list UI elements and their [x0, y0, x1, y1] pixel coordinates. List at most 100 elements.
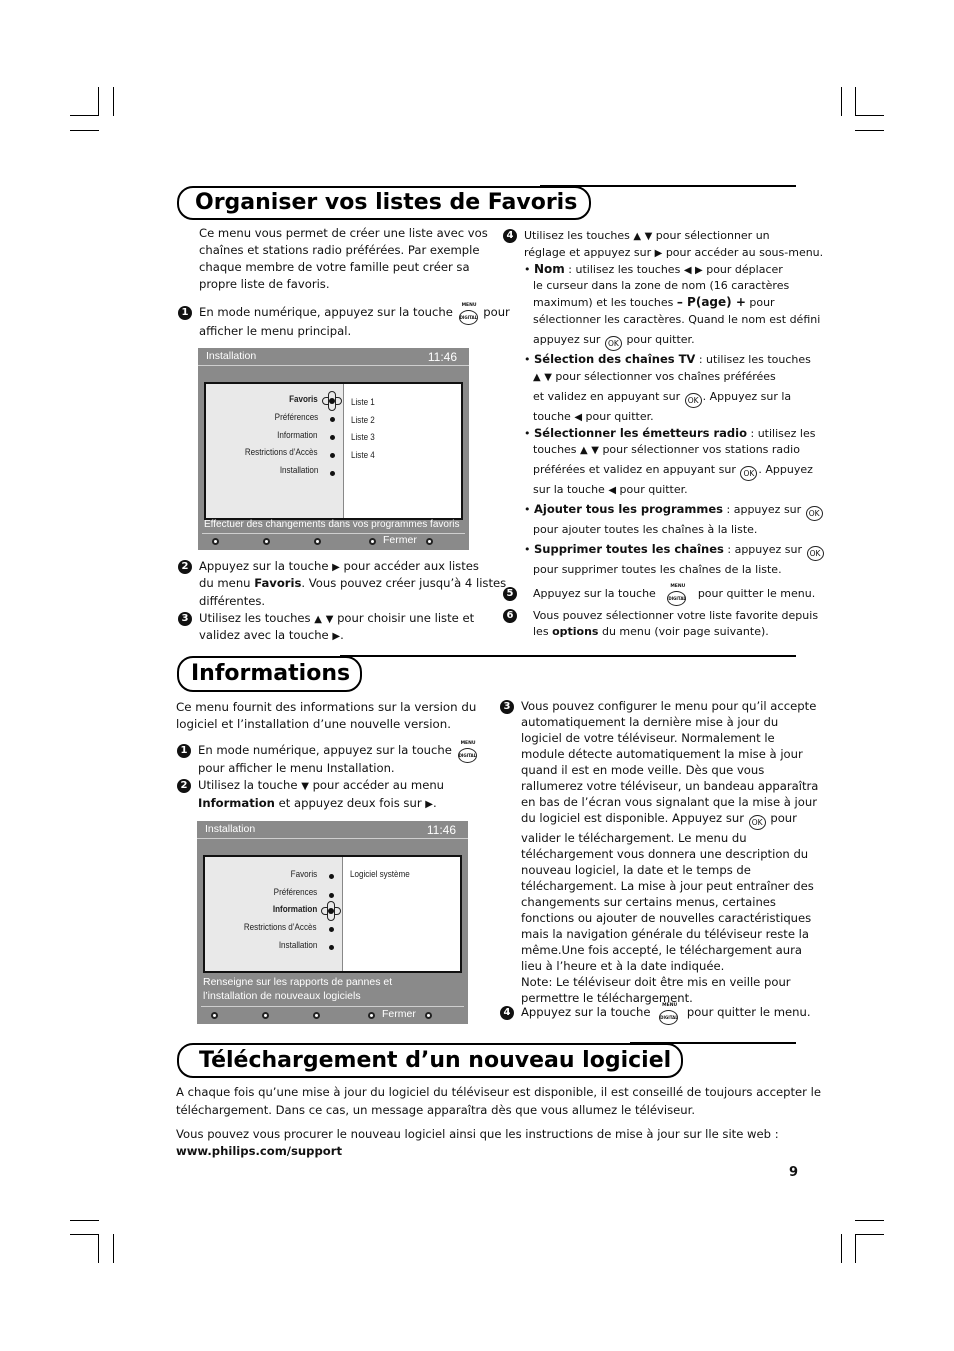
bullet-label: Nom [534, 262, 565, 276]
tv-menu-list: Favoris Préférences Information Restrict… [205, 857, 343, 971]
down-arrow-icon: ▼ [644, 231, 653, 242]
support-url-link[interactable]: www.philips.com/support [176, 1144, 342, 1158]
right-arrow-icon: ▶ [654, 248, 663, 259]
key-label: MENU [662, 1003, 678, 1008]
step-text-bold: – P(age) + [676, 295, 746, 309]
color-key-icon[interactable] [425, 1012, 432, 1019]
bullet-tv-cont: ▲ ▼ pour sélectionner vos chaînes préfér… [533, 368, 776, 386]
tv-submenu-item[interactable]: Liste 4 [351, 450, 375, 461]
color-key-icon[interactable] [314, 538, 321, 545]
color-key-icon[interactable] [369, 538, 376, 545]
bullet-nom-cont: le curseur dans la zone de nom (16 carac… [533, 279, 790, 292]
tv-screen-information: Installation 11:46 Favoris Préférences I… [197, 821, 468, 1024]
tv-status-text: Renseigne sur les rapports de pannes et … [203, 975, 464, 1003]
step2-text-cont: du menu Favoris. Vous pouvez créer jusqu… [199, 575, 506, 592]
tv-menu-item[interactable]: Favoris [291, 869, 317, 880]
color-key-icon[interactable] [212, 538, 219, 545]
tv-submenu-item[interactable]: Liste 2 [351, 415, 375, 426]
text-line: téléchargement. La mise à jour peut entr… [521, 879, 814, 893]
step-text: touche [533, 410, 571, 423]
step2-text: Utilisez la touche ▼ pour accéder au men… [198, 777, 444, 795]
tv-submenu-item[interactable]: Liste 3 [351, 432, 375, 443]
tv-menu-item[interactable]: Préférences [274, 412, 318, 423]
step-text: pour quitter. [585, 410, 654, 423]
tv-menu-item[interactable]: Restrictions d’Accès [244, 922, 317, 933]
bullet-nom-cont: appuyez sur OK pour quitter. [533, 331, 695, 351]
step-text: : appuyez sur [723, 543, 803, 556]
bullet-label: Sélectionner les émetteurs radio [534, 426, 748, 440]
bullet-label: Ajouter tous les programmes [534, 502, 724, 516]
tv-menu-list: Favoris Préférences Information Restrict… [206, 384, 344, 518]
right-arrow-icon: ▶ [332, 562, 340, 573]
text-line: changements sur certains menus, certaine… [521, 895, 776, 909]
tv-menu-item[interactable]: Information [278, 430, 318, 441]
down-arrow-icon: ▼ [325, 614, 334, 625]
step-text: En mode numérique, appuyez sur la touche [199, 305, 453, 319]
favoris-intro: Ce menu vous permet de créer une liste a… [199, 225, 488, 293]
bullet-add-all-cont: pour ajouter toutes les chaînes à la lis… [533, 523, 758, 536]
text-line: même.Une fois accepté, le téléchargement… [521, 943, 802, 957]
menu-digital-key-icon: MENU DIGITAL [458, 303, 478, 325]
status-line: Renseigne sur les rapports de pannes et [203, 976, 393, 988]
tv-close-label[interactable]: Fermer [382, 1008, 416, 1020]
text-line: Vous pouvez configurer le menu pour qu’i… [521, 699, 817, 713]
bullet-radio-cont: touches ▲ ▼ pour sélectionner vos statio… [533, 441, 800, 459]
bullet-tv: • Sélection des chaînes TV : utilisez le… [524, 352, 811, 366]
nav-cross-icon [322, 391, 342, 411]
step-text: En mode numérique, appuyez sur la touche [198, 743, 452, 757]
step2-text-cont: différentes. [199, 594, 266, 608]
step-text: pour déplacer [706, 263, 783, 276]
text-line: mais la navigation générale du téléviseu… [521, 927, 809, 941]
color-key-icon[interactable] [263, 538, 270, 545]
section-title-informations: Informations [177, 656, 363, 692]
step-text: réglage et appuyez sur [524, 246, 652, 259]
step4-text: Utilisez les touches ▲ ▼ pour sélectionn… [524, 227, 770, 245]
tv-menu-item[interactable]: Préférences [273, 887, 317, 898]
intro-line: Ce menu vous permet de créer une liste a… [199, 226, 488, 240]
step-text: . Appuyez sur la [702, 390, 792, 403]
tv-submenu: Liste 1 Liste 2 Liste 3 Liste 4 [344, 384, 461, 518]
step-text: pour [770, 811, 797, 825]
tv-menu-item[interactable]: Restrictions d’Accès [245, 447, 318, 458]
color-key-icon[interactable] [426, 538, 433, 545]
tv-title: Installation [206, 350, 257, 362]
step4-text-cont: réglage et appuyez sur ▶ pour accéder au… [524, 244, 823, 262]
tv-menu-item[interactable]: Installation [279, 465, 318, 476]
tv-close-label[interactable]: Fermer [383, 534, 417, 546]
tv-screen-favoris: Installation 11:46 Favoris Préférences I… [198, 348, 469, 550]
color-key-icon[interactable] [313, 1012, 320, 1019]
step3-text: Vous pouvez configurer le menu pour qu’i… [521, 698, 818, 1006]
tv-status-text: Effectuer des changements dans vos progr… [204, 519, 460, 530]
tv-submenu-item[interactable]: Logiciel système [350, 869, 410, 880]
tv-submenu-item[interactable]: Liste 1 [351, 397, 375, 408]
intro-line: logiciel et l’installation d’une nouvell… [176, 717, 451, 731]
step1-text: En mode numérique, appuyez sur la touche… [199, 303, 510, 325]
intro-line: Ce menu fournit des informations sur la … [176, 700, 477, 714]
step-text: pour quitter le menu. [697, 587, 816, 600]
section-title-favoris: Organiser vos listes de Favoris [177, 186, 592, 220]
step-text: appuyez sur [533, 333, 601, 346]
text-line: valider le téléchargement. Le menu du [521, 831, 747, 845]
step-text: validez avec la touche [199, 628, 329, 642]
text-line: rallumerez votre téléviseur, un bandeau … [521, 779, 819, 793]
color-key-icon[interactable] [368, 1012, 375, 1019]
tv-menu-item[interactable]: Installation [278, 940, 317, 951]
ok-key-icon: OK [684, 393, 702, 408]
color-key-icon[interactable] [262, 1012, 269, 1019]
tv-menu-panel: Favoris Préférences Information Restrict… [204, 382, 463, 520]
bullet-tv-cont: et validez en appuyant sur OK. Appuyez s… [533, 388, 791, 408]
ok-key-icon: OK [604, 336, 622, 351]
step-number: 4 [503, 229, 517, 243]
telechargement-paragraph-2: Vous pouvez vous procurer le nouveau log… [176, 1126, 779, 1160]
step-text: pour sélectionner vos chaînes préférées [555, 370, 776, 383]
step-text: pour accéder au sous-menu. [665, 246, 824, 259]
tv-title: Installation [205, 823, 256, 835]
text-line: téléchargement vous donnera une descript… [521, 847, 809, 861]
color-key-icon[interactable] [211, 1012, 218, 1019]
tv-menu-item[interactable]: Favoris [289, 394, 318, 405]
bullet-icon [329, 893, 334, 898]
bullet-tv-cont: touche ◀ pour quitter. [533, 408, 654, 426]
step-text: pour [749, 296, 775, 309]
up-arrow-icon: ▲ [633, 231, 642, 242]
tv-menu-item[interactable]: Information [273, 904, 317, 915]
